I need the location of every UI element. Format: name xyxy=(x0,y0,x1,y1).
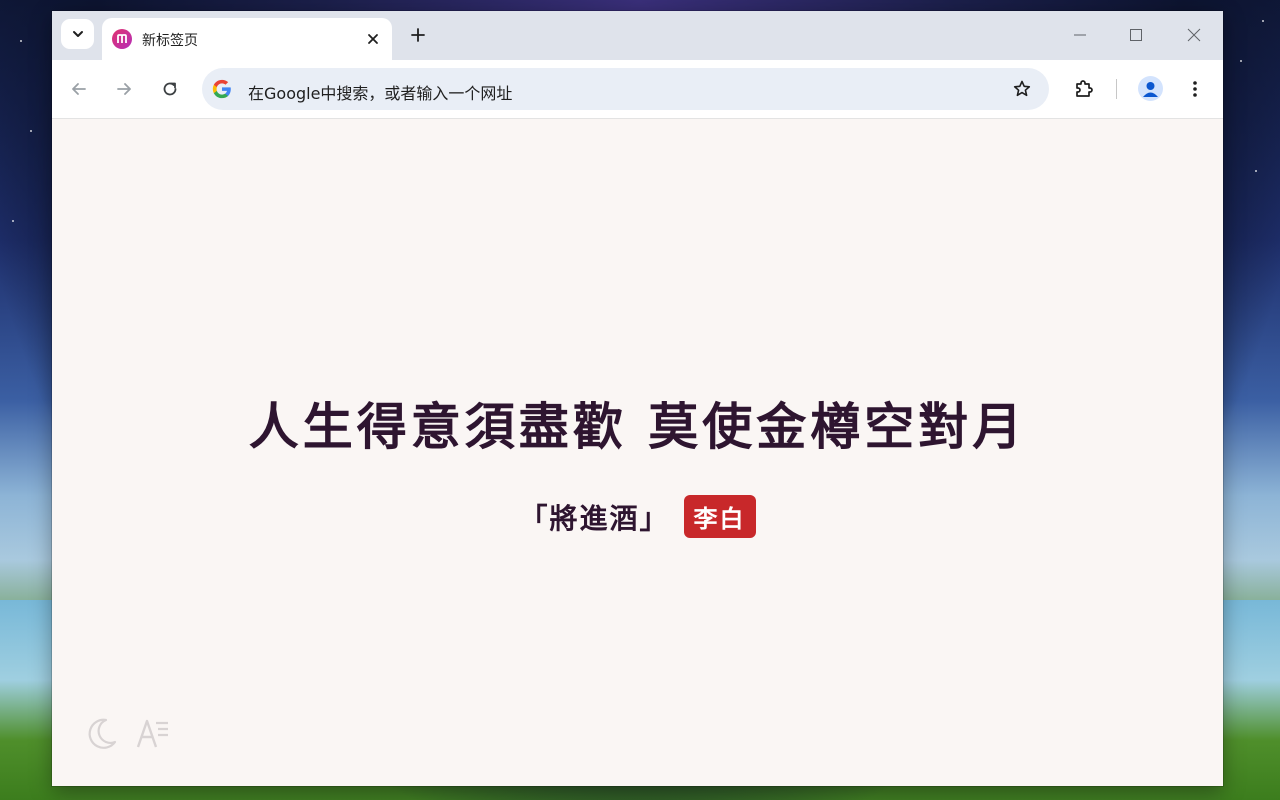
address-bar-placeholder: 在Google中搜索，或者输入一个网址 xyxy=(248,84,513,103)
maximize-button[interactable] xyxy=(1124,23,1148,47)
star-decoration xyxy=(12,220,14,222)
plus-icon xyxy=(411,28,425,42)
extensions-button[interactable] xyxy=(1070,75,1098,103)
chevron-down-icon xyxy=(72,31,83,37)
star-decoration xyxy=(1255,170,1257,172)
tab-strip: 新标签页 xyxy=(52,11,1223,60)
google-logo-icon xyxy=(212,79,231,99)
browser-window: 新标签页 在Google中搜索，或者输入一个网址 人生得意須盡歡 莫使金樽空對月… xyxy=(52,11,1223,786)
arrow-right-icon xyxy=(117,83,131,95)
maximize-icon xyxy=(1130,29,1142,41)
forward-button[interactable] xyxy=(110,75,138,103)
tab-search-button[interactable] xyxy=(61,19,94,49)
star-decoration xyxy=(20,40,22,42)
bookmark-button[interactable] xyxy=(1011,78,1033,100)
dark-mode-toggle[interactable] xyxy=(82,715,120,753)
desktop-landscape-left xyxy=(0,600,60,800)
star-decoration xyxy=(1240,60,1242,62)
person-icon xyxy=(1143,82,1158,97)
font-settings-icon xyxy=(136,719,168,748)
address-bar[interactable]: 在Google中搜索，或者输入一个网址 xyxy=(202,68,1049,110)
star-decoration xyxy=(30,130,32,132)
tab-title: 新标签页 xyxy=(142,33,198,49)
poem-title: 「將進酒」 xyxy=(519,501,670,535)
minimize-button[interactable] xyxy=(1068,23,1092,47)
poem-line: 人生得意須盡歡 莫使金樽空對月 xyxy=(248,397,1027,456)
close-icon xyxy=(1187,28,1201,42)
browser-menu-button[interactable] xyxy=(1181,75,1209,103)
reload-icon xyxy=(163,82,177,96)
close-icon xyxy=(368,34,378,44)
reload-button[interactable] xyxy=(156,75,184,103)
font-settings-button[interactable] xyxy=(134,715,172,753)
moon-icon xyxy=(88,718,117,749)
star-outline-icon xyxy=(1013,80,1031,97)
poem-source: 「將進酒」 李白 xyxy=(52,495,1223,538)
more-vertical-icon xyxy=(1193,81,1197,97)
arrow-left-icon xyxy=(72,83,86,95)
star-decoration xyxy=(1262,20,1264,22)
tab-new-tab[interactable]: 新标签页 xyxy=(102,18,392,60)
new-tab-page: 人生得意須盡歡 莫使金樽空對月 「將進酒」 李白 xyxy=(52,119,1223,786)
tab-favicon-icon xyxy=(112,29,132,49)
desktop-landscape-right xyxy=(1220,600,1280,800)
new-tab-button[interactable] xyxy=(407,24,429,46)
author-badge[interactable]: 李白 xyxy=(683,495,756,538)
minimize-icon xyxy=(1074,34,1086,36)
toolbar-divider xyxy=(1116,79,1117,99)
back-button[interactable] xyxy=(65,75,93,103)
window-close-button[interactable] xyxy=(1182,23,1206,47)
profile-avatar-button[interactable] xyxy=(1138,76,1163,101)
tab-close-button[interactable] xyxy=(364,30,382,48)
puzzle-icon xyxy=(1076,80,1093,97)
browser-toolbar: 在Google中搜索，或者输入一个网址 xyxy=(52,60,1223,119)
